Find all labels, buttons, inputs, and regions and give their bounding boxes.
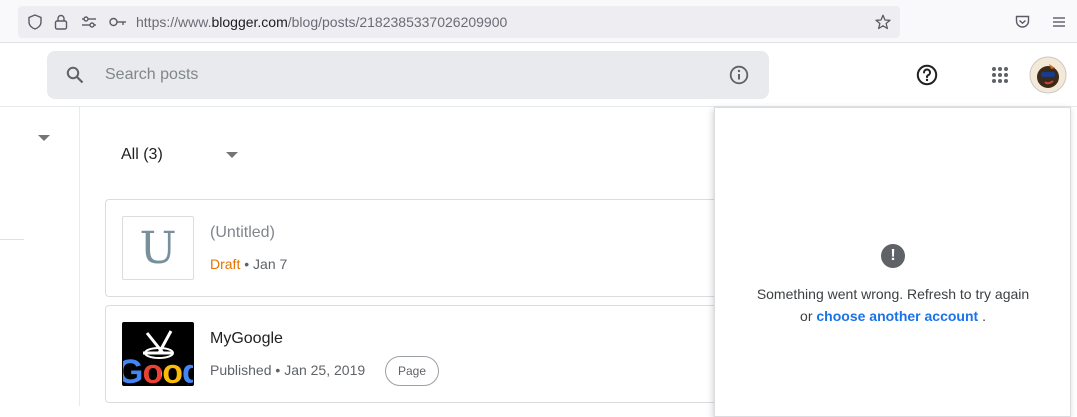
browser-toolbar: https://www.blogger.com/blog/posts/21823… [0,0,1077,43]
post-filter-label: All (3) [121,146,163,163]
meta-separator: • [240,256,254,272]
search-icon[interactable] [65,65,85,85]
post-date: Jan 25, 2019 [284,362,366,378]
app-header [0,43,1077,107]
post-thumbnail: Goog [122,322,194,386]
help-icon[interactable] [915,63,939,87]
post-thumbnail-text: Goog [123,353,193,385]
post-status: Published [210,362,272,378]
choose-account-link[interactable]: choose another account [816,308,978,324]
url-text[interactable]: https://www.blogger.com/blog/posts/21823… [136,14,507,30]
error-message: Something went wrong. Refresh to try aga… [755,283,1031,327]
post-status: Draft [210,256,241,272]
post-list-item[interactable]: U (Untitled) Draft • Jan 7 [105,199,745,297]
filter-dropdown-icon[interactable] [226,152,238,158]
pocket-icon[interactable] [1013,13,1031,31]
info-icon[interactable] [728,64,750,86]
sidebar-dropdown-icon[interactable] [38,135,50,141]
apps-grid-icon[interactable] [990,65,1010,85]
post-title[interactable]: (Untitled) [210,224,275,242]
menu-icon[interactable] [1050,13,1068,31]
meta-separator: • [271,362,285,378]
search-input[interactable] [105,63,705,87]
post-thumbnail-letter: U [139,222,177,274]
shield-icon[interactable] [26,13,44,31]
post-date: Jan 7 [253,256,288,272]
post-filter-select[interactable]: All (3) [121,146,163,164]
post-meta: Draft • Jan 7 [210,256,287,272]
account-popup: ! Something went wrong. Refresh to try a… [714,107,1071,417]
post-thumbnail: U [122,216,194,280]
key-icon[interactable] [108,13,128,31]
sidebar-divider [0,239,24,240]
error-message-suffix: . [978,308,986,324]
post-list-item[interactable]: Goog MyGoogle Published • Jan 25, 2019 P… [105,305,745,403]
post-meta: Published • Jan 25, 2019 [210,362,365,378]
post-title[interactable]: MyGoogle [210,330,283,348]
permissions-icon[interactable] [80,13,98,31]
avatar[interactable] [1029,56,1067,94]
sidebar [0,107,80,406]
bookmark-star-icon[interactable] [874,13,892,31]
lock-icon[interactable] [52,13,70,31]
page-chip: Page [385,356,439,386]
search-box[interactable] [47,51,769,99]
error-icon: ! [881,244,905,268]
